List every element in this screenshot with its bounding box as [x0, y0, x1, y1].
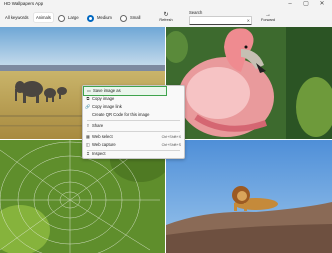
title-bar: HD Wallpapers App – ▢ ✕ [0, 0, 332, 10]
close-button[interactable]: ✕ [316, 0, 328, 9]
inspect-icon: ⌗ [86, 151, 90, 156]
forward-button[interactable]: → Forward [259, 12, 277, 22]
menu-separator [87, 131, 180, 132]
maximize-button[interactable]: ▢ [300, 0, 312, 9]
share-icon: ⇪ [86, 123, 90, 128]
radio-selected-icon [87, 14, 94, 22]
minimize-button[interactable]: – [284, 0, 296, 9]
forward-label: Forward [261, 18, 275, 22]
menu-item-inspect[interactable]: ⌗ Inspect [83, 150, 184, 158]
web-select-icon: ▦ [86, 134, 90, 139]
tab-all-keywords[interactable]: All keywords [3, 13, 31, 22]
save-icon: ▭ [87, 88, 91, 93]
refresh-button[interactable]: ↻ Refresh [157, 12, 175, 22]
menu-item-copy-image-link[interactable]: 🔗 Copy image link [83, 103, 184, 111]
menu-item-share[interactable]: ⇪ Share [83, 122, 184, 130]
toolbar: All keywords Animals Large Medium Small … [0, 10, 332, 33]
wallpaper-lion[interactable] [166, 140, 332, 253]
shortcut-label: Ctrl+Shift+X [161, 135, 181, 139]
window-title: HD Wallpapers App [4, 1, 44, 6]
context-menu: ▭ Save image as ⧉ Copy image 🔗 Copy imag… [82, 85, 185, 159]
refresh-label: Refresh [159, 18, 173, 22]
search-box[interactable]: ✕ [189, 16, 252, 33]
tab-animals[interactable]: Animals [34, 13, 53, 22]
menu-separator [87, 120, 180, 121]
menu-item-web-select[interactable]: ▦ Web select Ctrl+Shift+X [83, 133, 184, 141]
copy-icon: ⧉ [86, 96, 90, 101]
wallpaper-flamingo[interactable] [166, 27, 332, 139]
search-label: Search [189, 10, 203, 15]
link-icon: 🔗 [85, 104, 91, 109]
web-capture-icon: ◫ [86, 142, 90, 147]
menu-item-web-capture[interactable]: ◫ Web capture Ctrl+Shift+S [83, 141, 184, 149]
radio-icon [120, 14, 127, 22]
menu-item-create-qr-code[interactable]: Create QR Code for this image [83, 111, 184, 119]
menu-item-save-image-as[interactable]: ▭ Save image as [83, 86, 167, 96]
menu-item-copy-image[interactable]: ⧉ Copy image [83, 95, 184, 103]
clear-search-icon[interactable]: ✕ [247, 17, 250, 24]
radio-icon [58, 14, 65, 22]
shortcut-label: Ctrl+Shift+S [161, 143, 181, 147]
